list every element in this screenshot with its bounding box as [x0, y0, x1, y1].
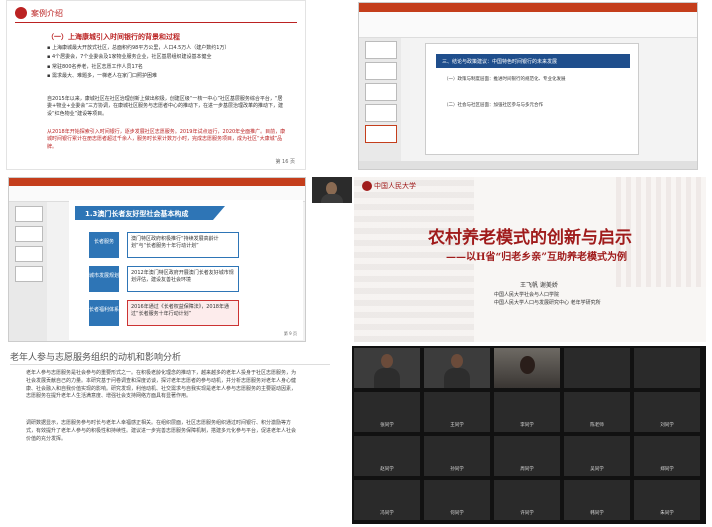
participant-tile[interactable]: 孙同学 [424, 436, 490, 476]
bullet-list: ▪ 上海康城最大开放式社区，总面积约98平方公里，人口4.5万人（建户数约1万）… [47, 45, 267, 82]
slide-canvas[interactable]: 1.3澳门长者友好型社会基本构成 长者服务 澳门特区政府积极推行“持续发展高龄计… [69, 200, 303, 340]
person-body [374, 368, 400, 388]
person-head [520, 356, 535, 374]
affiliation: 中国人民大学人口与发展研究中心 老年学研究所 [494, 299, 601, 306]
participant-tile[interactable]: 张同学 [354, 392, 420, 432]
highlight-paragraph: 从2018年开始探索引入时间银行，逐步发展社区志愿服务。2019年试点运行，20… [47, 129, 286, 150]
participant-tile[interactable] [634, 348, 700, 388]
slide-thumbnail[interactable] [15, 206, 43, 222]
participant-tile[interactable]: 许同学 [494, 480, 560, 520]
participant-tile[interactable]: 李同学 [494, 392, 560, 432]
slide-canvas[interactable]: 三、结论与政策建议：中国特色时间银行的未来发展 （一）政策与制度层面：推进时间银… [425, 43, 639, 155]
participant-grid: 张同学 王同学 李同学 陈老师 刘同学 赵同学 孙同学 周同学 吴同学 郑同学 … [352, 346, 706, 524]
author-block: 王飞帆 谢美娇 中国人民大学社会与人口学院 中国人民大学人口与发展研究中心 老年… [494, 281, 674, 307]
title-bar [9, 178, 305, 186]
participant-tile[interactable]: 刘同学 [634, 392, 700, 432]
content-box: 2012年澳门特区政府开展澳门长者友好城市规划评估，建设友善社会环境 [127, 266, 239, 292]
document-page: 老年人参与志愿服务组织的动机和影响分析 老年人参与志愿服务是社会参与的重要形式之… [6, 346, 348, 524]
participant-tile[interactable]: 韩同学 [564, 480, 630, 520]
person-head [451, 354, 463, 368]
slide-thumbnail[interactable] [365, 125, 397, 143]
powerpoint-window: 三、结论与政策建议：中国特色时间银行的未来发展 （一）政策与制度层面：推进时间银… [358, 2, 698, 170]
page-number: 第 9 页 [283, 331, 297, 336]
section-heading: （一）上海康城引入时间银行的背景和过程 [47, 33, 180, 41]
document-title: 老年人参与志愿服务组织的动机和影响分析 [10, 353, 182, 363]
category-label: 长者服务 [89, 232, 119, 258]
participant-tile[interactable]: 王同学 [424, 392, 490, 432]
status-bar [359, 161, 697, 169]
participant-tile[interactable]: 郑同学 [634, 436, 700, 476]
body-paragraph: 老年人参与志愿服务是社会参与的重要形式之一。在积极老龄化理念的推动下，越来越多的… [26, 370, 297, 400]
ribbon-toolbar[interactable] [359, 12, 697, 38]
slide-thumbnail-panel[interactable] [359, 38, 401, 161]
macau-slide-window: 1.3澳门长者友好型社会基本构成 长者服务 澳门特区政府积极推行“持续发展高龄计… [8, 177, 306, 342]
bullet-item: ▪ 需求最大、难题多，一梯老人在家门口照护困难 [47, 72, 157, 79]
title-bar [359, 3, 697, 12]
author-names: 王飞帆 谢美娇 [520, 282, 558, 289]
page-number: 第 16 页 [275, 159, 295, 165]
university-logo-icon [15, 7, 27, 19]
title-divider [10, 364, 330, 365]
slide-thumbnail[interactable] [365, 83, 397, 101]
participant-tile[interactable]: 周同学 [494, 436, 560, 476]
category-label: 城市发展规划 [89, 266, 119, 292]
bullet-item: ▪ 4个居委会，7个业委会及1家物业服务企业，社区基层组织建设基本健全 [47, 54, 212, 61]
slide-row: （二）社会与社区层面：加强社区参与与多元合作 [444, 103, 543, 108]
content-box: 2016年通过《长者权益保障法》，2018年通过“长者服务十年行动计划” [127, 300, 239, 326]
slide-thumbnail[interactable] [15, 246, 43, 262]
participant-tile[interactable] [564, 348, 630, 388]
content-box: 澳门特区政府积极推行“持续发展高龄计划”与“长者服务十年行动计划” [127, 232, 239, 258]
slide-header: 1.3澳门长者友好型社会基本构成 [75, 206, 225, 220]
body-paragraph: 自2015年以来，康城社区在社区治理创新上做出积极，创建区级“一核一中心”社区基… [47, 96, 283, 117]
slide-thumbnail-panel[interactable] [9, 202, 47, 341]
participant-video-tile[interactable] [354, 348, 420, 388]
participant-tile[interactable]: 冯同学 [354, 480, 420, 520]
slide-thumbnail[interactable] [15, 226, 43, 242]
category-label: 长者福利体系 [89, 300, 119, 326]
participant-tile[interactable]: 吴同学 [564, 436, 630, 476]
slide-title: 案例介绍 [31, 9, 63, 18]
title-slide: 中国人民大学 农村养老模式的创新与启示 ——以H省“归老乡亲”互助养老模式为例 … [354, 177, 706, 342]
participant-tile[interactable]: 陈老师 [564, 392, 630, 432]
participant-video-tile[interactable] [494, 348, 560, 388]
person-body [444, 368, 470, 388]
participant-video-tile[interactable] [424, 348, 490, 388]
university-name: 中国人民大学 [374, 182, 416, 190]
title-rule [15, 22, 297, 23]
bullet-item: ▪ 上海康城最大开放式社区，总面积约98平方公里，人口4.5万人（建户数约1万） [47, 45, 230, 51]
subtitle: ——以H省“归老乡亲”互助养老模式为例 [446, 252, 627, 263]
speaker-camera[interactable] [312, 177, 352, 203]
slide-thumbnail[interactable] [365, 41, 397, 59]
university-seal-icon [362, 181, 372, 191]
slide-thumbnail[interactable] [365, 104, 397, 122]
participant-tile[interactable]: 赵同学 [354, 436, 420, 476]
affiliation: 中国人民大学社会与人口学院 [494, 291, 560, 298]
participant-tile[interactable]: 朱同学 [634, 480, 700, 520]
body-paragraph: 调研数据显示，志愿服务参与时长与老年人幸福感正相关。在组织层面，社区志愿服务组织… [26, 420, 297, 442]
person-head [381, 354, 393, 368]
participant-tile[interactable]: 何同学 [424, 480, 490, 520]
slide-thumbnail[interactable] [15, 266, 43, 282]
case-intro-slide: 案例介绍 （一）上海康城引入时间银行的背景和过程 ▪ 上海康城最大开放式社区，总… [6, 0, 306, 170]
bullet-item: ▪ 常驻800名养老，社区志愿工作人员17名 [47, 63, 143, 70]
title-slide-share: 中国人民大学 农村养老模式的创新与启示 ——以H省“归老乡亲”互助养老模式为例 … [312, 177, 706, 342]
slide-row: （一）政策与制度层面：推进时间银行的规范化、专业化发展 [444, 77, 566, 82]
person-body [321, 194, 343, 203]
main-title: 农村养老模式的创新与启示 [428, 228, 632, 248]
slide-band-title: 三、结论与政策建议：中国特色时间银行的未来发展 [436, 54, 630, 68]
slide-thumbnail[interactable] [365, 62, 397, 80]
